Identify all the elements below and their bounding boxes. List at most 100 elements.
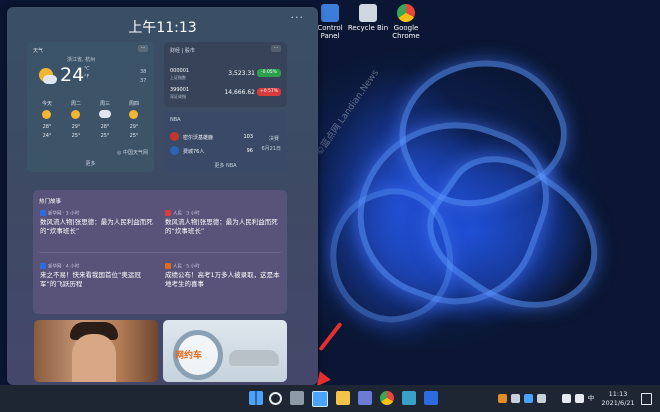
- game-date: 6月21日: [261, 146, 281, 152]
- stocks-title: 财经 | 股市: [170, 48, 195, 54]
- clock-date[interactable]: 2021/6/21: [596, 399, 640, 407]
- news-source: 新华网 · 4 小时: [40, 263, 156, 271]
- tray-icon[interactable]: [511, 394, 520, 403]
- widgets-icon[interactable]: [312, 391, 328, 407]
- weather-widget[interactable]: 天气 ··· 浙江省, 杭州 24 ℃ °F 38 37 今天 28° 24° …: [27, 42, 154, 172]
- news-headline: 成绩公布！高考1万多人被录取，这是本地考生的喜事: [165, 271, 280, 288]
- stock-change-badge: +0.57%: [257, 88, 281, 96]
- tray-icon[interactable]: [537, 394, 546, 403]
- panel-time: 上午11:13: [128, 20, 197, 36]
- forecast-high: 28°: [42, 124, 52, 130]
- news-headline: 来之不易！快来看我国首位“奥运冠军”的飞跃历程: [40, 271, 141, 288]
- news-source: 新华网 · 3 小时: [40, 210, 156, 218]
- sun-icon: [42, 110, 51, 119]
- news-photo-card[interactable]: 网约车: [163, 320, 287, 382]
- news-source: 人民 · 5 小时: [165, 263, 281, 271]
- stocks-widget[interactable]: 财经 | 股市 ··· 000001 上证指数 3,523.31 -0.05% …: [164, 42, 287, 107]
- nba-title: NBA: [170, 117, 181, 123]
- network-icon[interactable]: [562, 394, 571, 403]
- forecast-low: 25°: [100, 133, 110, 139]
- weather-title: 天气: [33, 48, 44, 54]
- chrome-icon: [397, 4, 415, 22]
- team-row[interactable]: 密尔沃基雄鹿 103: [170, 132, 281, 142]
- news-title: 热门故事: [39, 199, 62, 205]
- news-headline: 数风流人物|张思德：最为人民利益而死的“炊事班长”: [165, 218, 278, 235]
- explorer-icon[interactable]: [336, 391, 350, 405]
- desktop-icon-chrome[interactable]: Google Chrome: [384, 4, 428, 40]
- tray-icon[interactable]: [498, 394, 507, 403]
- panel-more-button[interactable]: ···: [291, 11, 305, 24]
- forecast-day: 今天 28° 24°: [33, 100, 61, 139]
- news-source: 人民 · 3 小时: [165, 210, 281, 218]
- team-name: 费城76人: [183, 149, 205, 155]
- forecast-label: 周三: [99, 101, 110, 107]
- source-logo-icon: [165, 210, 171, 216]
- team-logo-icon: [170, 132, 179, 141]
- tray-icon[interactable]: [524, 394, 533, 403]
- weather-low: 37: [140, 78, 147, 84]
- news-widget[interactable]: 热门故事 新华网 · 3 小时 数风流人物|张思德：最为人民利益而死的“炊事班长…: [33, 190, 287, 314]
- source-text: 人民 · 5 小时: [173, 264, 200, 270]
- forecast-low: 25°: [129, 133, 139, 139]
- car-icon: [229, 350, 279, 366]
- stock-name: 上证指数: [170, 75, 186, 80]
- nba-widget[interactable]: NBA 密尔沃基雄鹿 103 费城76人 96 决赛 6月21日 更多 NBA: [164, 112, 287, 172]
- settings-icon[interactable]: [402, 391, 416, 405]
- weather-location: 浙江省, 杭州: [67, 57, 96, 63]
- forecast-high: 29°: [71, 124, 81, 130]
- news-headline: 数风流人物|张思德：最为人民利益而死的“炊事班长”: [40, 218, 153, 235]
- stock-price: 3,523.31: [228, 70, 255, 77]
- temp-unit-f[interactable]: °F: [84, 74, 89, 80]
- stock-row[interactable]: 000001 上证指数 3,523.31 -0.05%: [170, 66, 281, 84]
- forecast-day: 周三 28° 25°: [91, 100, 119, 139]
- forecast-high: 29°: [129, 124, 139, 130]
- forecast-day: 周四 29° 25°: [120, 100, 148, 139]
- nba-more-link[interactable]: 更多 NBA: [164, 162, 287, 169]
- team-score: 96: [246, 148, 253, 154]
- news-item[interactable]: 新华网 · 4 小时 来之不易！快来看我国首位“奥运冠军”的飞跃历程: [40, 263, 156, 289]
- sun-icon: [71, 110, 80, 119]
- app-icon[interactable]: [424, 391, 438, 405]
- game-status: 决赛: [268, 136, 279, 142]
- desktop-icon-label: Google Chrome: [392, 24, 420, 40]
- weather-source: ◎ 中国天气网: [117, 150, 148, 156]
- start-icon[interactable]: [249, 391, 263, 405]
- news-photo-card[interactable]: [34, 320, 158, 382]
- source-logo-icon: [40, 263, 46, 269]
- stock-price: 14,666.62: [224, 89, 255, 96]
- weather-high: 38: [140, 69, 147, 75]
- news-item[interactable]: 新华网 · 3 小时 数风流人物|张思德：最为人民利益而死的“炊事班长”: [40, 210, 156, 236]
- weather-more-button[interactable]: ···: [138, 45, 148, 52]
- source-logo-icon: [40, 210, 46, 216]
- news-item[interactable]: 人民 · 5 小时 成绩公布！高考1万多人被录取，这是本地考生的喜事: [165, 263, 281, 289]
- clock-time[interactable]: 11:13: [598, 390, 638, 398]
- stocks-more-button[interactable]: ···: [271, 45, 281, 52]
- store-icon[interactable]: [358, 391, 372, 405]
- recycle-bin-icon: [359, 4, 377, 22]
- weather-more-link[interactable]: 更多: [27, 160, 154, 167]
- cloud-icon: [99, 110, 111, 118]
- photo-caption: 网约车: [175, 351, 203, 361]
- forecast-low: 24°: [42, 133, 52, 139]
- team-score: 103: [243, 134, 253, 140]
- search-icon[interactable]: [269, 392, 282, 405]
- stock-code: 399001: [170, 87, 190, 93]
- source-logo-icon: [165, 263, 171, 269]
- stock-change-badge: -0.05%: [257, 69, 281, 77]
- forecast-day: 周二 29° 25°: [62, 100, 90, 139]
- stock-row[interactable]: 399001 深证成指 14,666.62 +0.57%: [170, 85, 281, 103]
- chrome-icon[interactable]: [380, 391, 394, 405]
- control-panel-icon: [321, 4, 339, 22]
- source-text: 人民 · 3 小时: [173, 211, 200, 217]
- news-item[interactable]: 人民 · 3 小时 数风流人物|张思德：最为人民利益而死的“炊事班长”: [165, 210, 281, 236]
- taskbar: 中 11:13 2021/6/21: [0, 385, 660, 412]
- forecast-label: 周二: [70, 101, 81, 107]
- task-view-icon[interactable]: [290, 391, 304, 405]
- source-text: 新华网 · 3 小时: [48, 211, 80, 217]
- sun-icon: [129, 110, 138, 119]
- forecast-low: 25°: [71, 133, 81, 139]
- temp-unit-c[interactable]: ℃: [84, 66, 90, 72]
- notification-icon[interactable]: [641, 393, 652, 405]
- source-text: 新华网 · 4 小时: [48, 264, 80, 270]
- volume-icon[interactable]: [575, 394, 584, 403]
